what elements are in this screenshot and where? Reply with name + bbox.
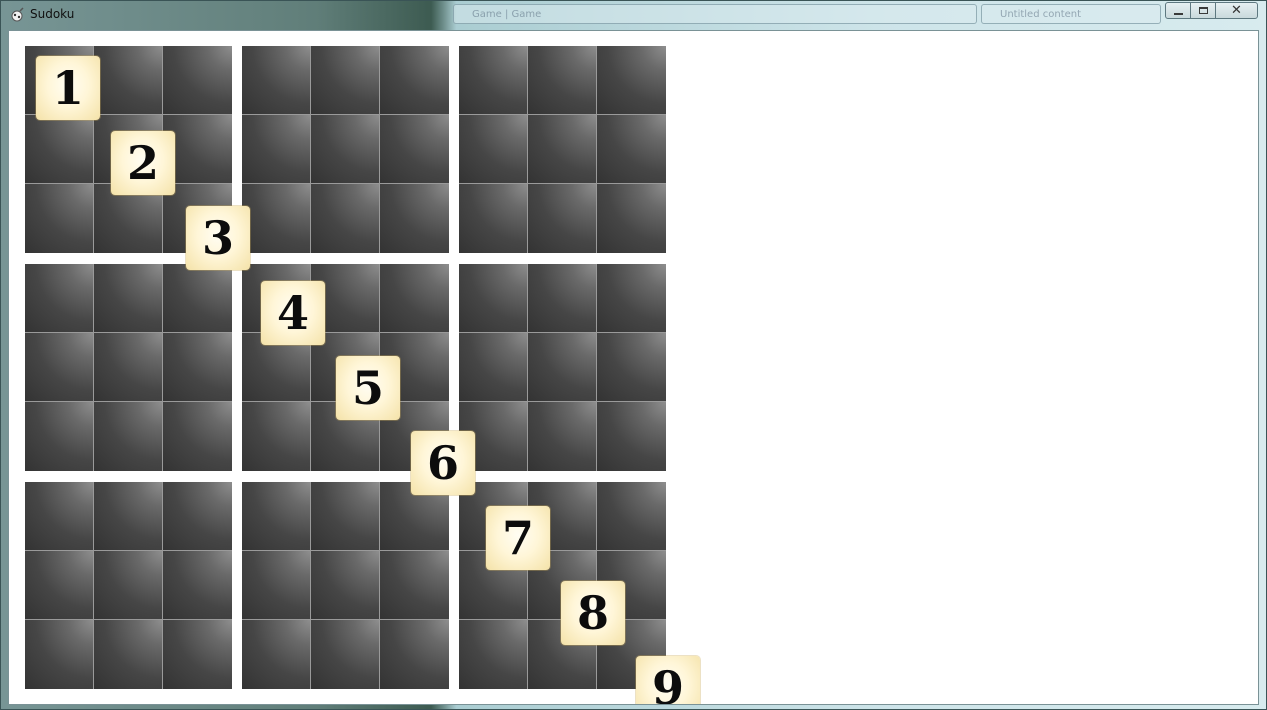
maximize-icon [1198,7,1208,14]
sudoku-cell[interactable] [25,402,94,471]
sudoku-cell[interactable] [242,551,311,620]
sudoku-box [25,264,232,472]
sudoku-cell[interactable] [25,115,94,184]
sudoku-cell[interactable] [597,115,666,184]
sudoku-cell[interactable] [25,264,94,333]
sudoku-cell[interactable] [380,551,449,620]
sudoku-cell[interactable] [25,482,94,551]
sudoku-cell[interactable] [459,620,528,689]
sudoku-cell[interactable] [311,551,380,620]
close-button[interactable]: ✕ [1215,2,1258,19]
sudoku-cell[interactable] [528,46,597,115]
sudoku-cell[interactable] [528,264,597,333]
sudoku-cell[interactable] [94,551,163,620]
sudoku-cell[interactable] [94,402,163,471]
sudoku-cell[interactable] [94,620,163,689]
sudoku-cell[interactable] [528,333,597,402]
sudoku-cell[interactable] [380,115,449,184]
sudoku-cell[interactable] [597,184,666,253]
sudoku-cell[interactable] [459,333,528,402]
sudoku-cell[interactable] [380,46,449,115]
sudoku-cell[interactable] [242,402,311,471]
sudoku-cell[interactable] [163,551,232,620]
sudoku-cell[interactable] [242,620,311,689]
sudoku-cell[interactable] [242,46,311,115]
sudoku-cell[interactable] [528,184,597,253]
minimize-icon [1173,12,1183,15]
sudoku-cell[interactable] [163,482,232,551]
sudoku-cell[interactable] [311,115,380,184]
sudoku-cell[interactable] [459,115,528,184]
close-icon: ✕ [1231,3,1242,18]
sudoku-cell[interactable] [94,264,163,333]
sudoku-cell[interactable] [25,551,94,620]
sudoku-board: 123456789 [25,46,700,704]
sudoku-box [242,46,449,254]
sudoku-cell[interactable] [597,482,666,551]
sudoku-cell[interactable] [311,482,380,551]
sudoku-cell[interactable] [380,620,449,689]
sudoku-cell[interactable] [528,402,597,471]
sudoku-box [25,482,232,690]
sudoku-cell[interactable] [163,333,232,402]
number-tile-2[interactable]: 2 [111,131,175,195]
sudoku-cell[interactable] [163,46,232,115]
sudoku-cell[interactable] [597,46,666,115]
background-window-tab: Game | Game [453,4,977,24]
window-title: Sudoku [30,7,75,21]
sudoku-cell[interactable] [94,333,163,402]
sudoku-cell[interactable] [25,620,94,689]
sudoku-app-icon [9,7,25,23]
sudoku-cell[interactable] [597,264,666,333]
sudoku-cell[interactable] [380,184,449,253]
number-tile-9[interactable]: 9 [636,656,700,704]
sudoku-cell[interactable] [242,482,311,551]
sudoku-box [459,46,666,254]
sudoku-cell[interactable] [459,46,528,115]
maximize-button[interactable] [1190,2,1216,19]
number-tile-3[interactable]: 3 [186,206,250,270]
sudoku-cell[interactable] [94,482,163,551]
sudoku-cell[interactable] [459,184,528,253]
sudoku-cell[interactable] [242,115,311,184]
background-window-tab: Untitled content [981,4,1161,24]
sudoku-cell[interactable] [311,46,380,115]
sudoku-cell[interactable] [25,184,94,253]
sudoku-cell[interactable] [311,184,380,253]
minimize-button[interactable] [1165,2,1191,19]
sudoku-cell[interactable] [163,402,232,471]
sudoku-cell[interactable] [311,620,380,689]
sudoku-cell[interactable] [597,333,666,402]
number-tile-1[interactable]: 1 [36,56,100,120]
sudoku-box [242,482,449,690]
sudoku-cell[interactable] [242,184,311,253]
sudoku-cell[interactable] [163,620,232,689]
sudoku-cell[interactable] [94,46,163,115]
number-tile-7[interactable]: 7 [486,506,550,570]
sudoku-box [459,264,666,472]
sudoku-cell[interactable] [25,333,94,402]
client-area: 123456789 [8,30,1259,705]
number-tile-4[interactable]: 4 [261,281,325,345]
number-tile-8[interactable]: 8 [561,581,625,645]
sudoku-cell[interactable] [163,264,232,333]
number-tile-6[interactable]: 6 [411,431,475,495]
title-bar[interactable]: Sudoku Game | Game Untitled content ✕ [1,1,1266,29]
sudoku-cell[interactable] [459,264,528,333]
window-controls: ✕ [1165,2,1258,19]
sudoku-cell[interactable] [528,115,597,184]
number-tile-5[interactable]: 5 [336,356,400,420]
sudoku-cell[interactable] [597,402,666,471]
sudoku-cell[interactable] [380,264,449,333]
app-window: Sudoku Game | Game Untitled content ✕ 12… [0,0,1267,710]
